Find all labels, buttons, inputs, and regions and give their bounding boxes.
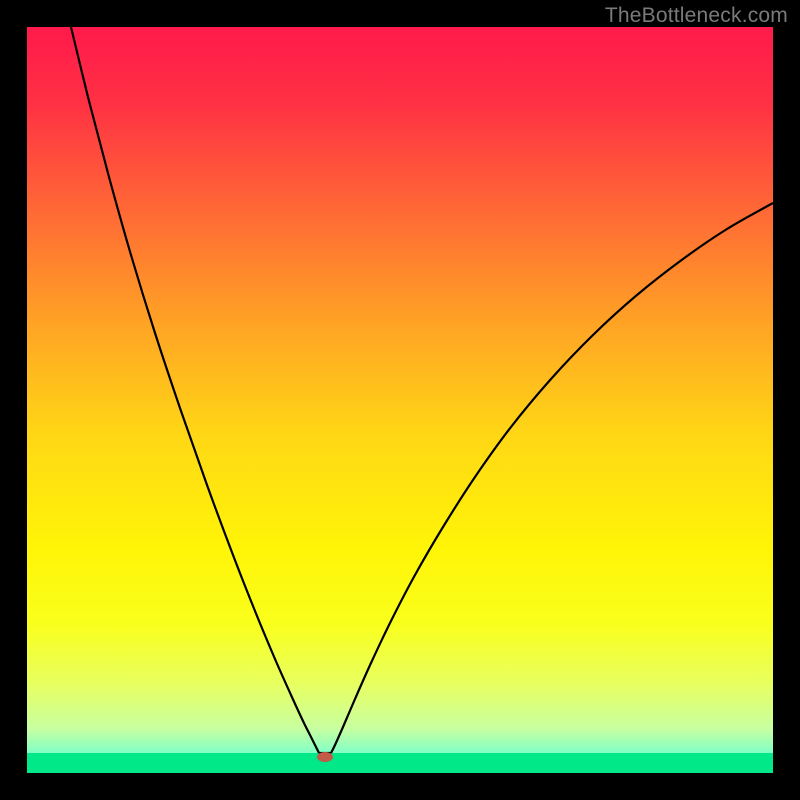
plot-area — [27, 27, 773, 773]
green-band — [27, 753, 773, 773]
watermark-text: TheBottleneck.com — [605, 4, 788, 28]
minimum-marker — [317, 752, 333, 762]
bottleneck-curve-chart — [27, 27, 773, 773]
chart-frame: TheBottleneck.com — [0, 0, 800, 800]
gradient-background — [27, 27, 773, 773]
